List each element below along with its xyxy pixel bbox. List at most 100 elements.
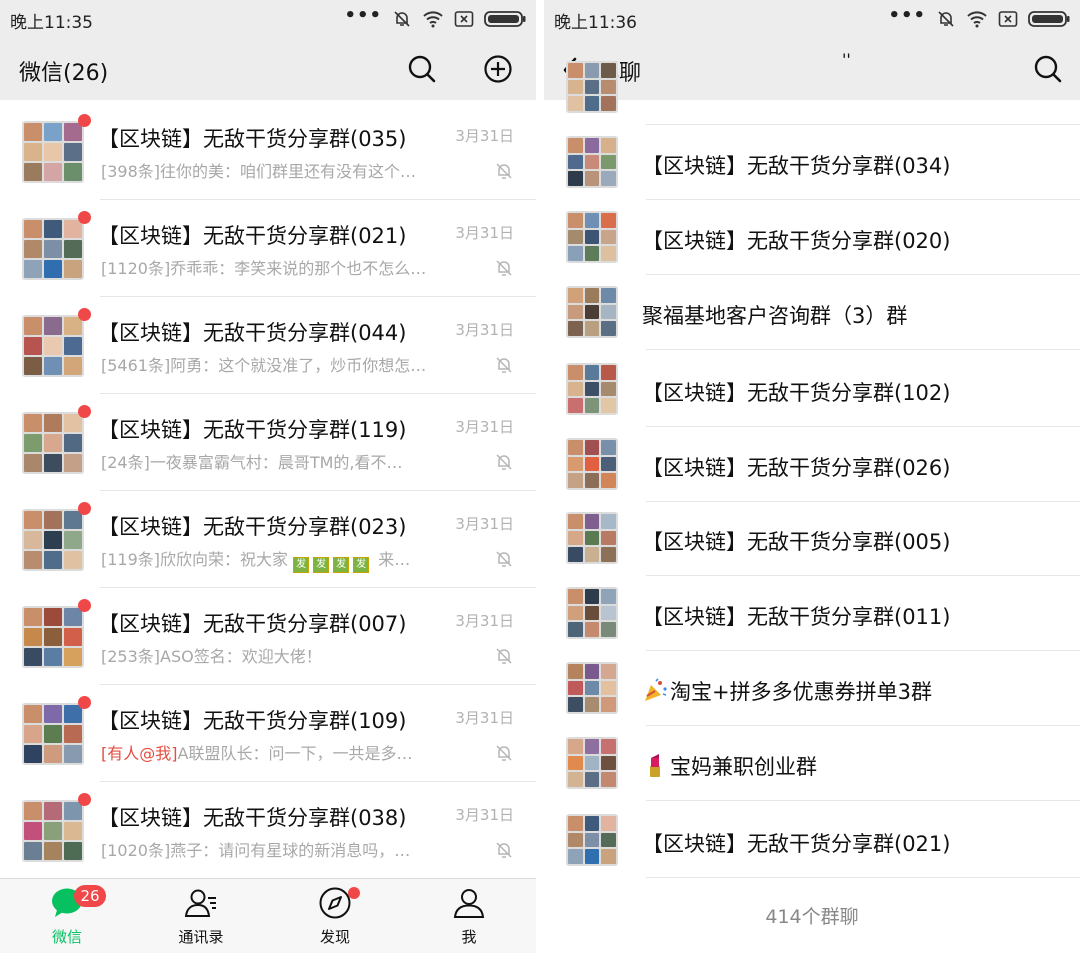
avatar-tile: [584, 229, 600, 245]
group-name: 【区块链】无敌干货分享群(021): [642, 832, 951, 856]
avatar-tile: [568, 530, 583, 546]
avatar-tile: [584, 398, 600, 413]
mute-bell-icon: [394, 11, 410, 27]
avatar-tile: [584, 440, 600, 455]
unread-red-dot: [78, 696, 91, 709]
avatar-tile: [64, 608, 82, 626]
avatar-tile: [24, 531, 42, 549]
avatar-tile: [568, 697, 583, 712]
avatar-tile: [601, 288, 616, 303]
avatar-tile: [44, 240, 62, 258]
group-row[interactable]: 淘宝+拼多多优惠券拼单3群: [544, 651, 1080, 726]
status-bar: 晚上11:35 •••: [0, 0, 536, 38]
chat-row[interactable]: 【区块链】无敌干货分享群(109) 3月31日 [有人@我]A联盟队长：问一下，一共…: [0, 685, 536, 782]
search-icon[interactable]: [406, 53, 438, 85]
avatar-tile: [584, 154, 600, 170]
group-avatar: [566, 211, 618, 263]
avatar-tile: [64, 220, 82, 238]
group-row[interactable]: 【区块链】无敌干货分享群(102): [544, 352, 1080, 427]
avatar-tile: [584, 381, 600, 397]
add-plus-icon[interactable]: [482, 53, 514, 85]
chat-avatar: [22, 606, 84, 668]
person-icon: [453, 889, 485, 918]
group-row[interactable]: 宝妈兼职创业群: [544, 726, 1080, 801]
avatar-tile: [44, 337, 62, 355]
chat-row[interactable]: 【区块链】无敌干货分享群(007) 3月31日 [253条]ASO签名：欢迎大佬！: [0, 588, 536, 685]
chat-avatar: [22, 121, 84, 183]
group-count: 414个群聊: [765, 906, 859, 928]
chat-row[interactable]: 【区块链】无敌干货分享群(035) 3月31日 [398条]往你的美：咱们群里还有没…: [0, 103, 536, 200]
avatar-tile: [568, 365, 583, 380]
avatar-tile: [568, 772, 583, 787]
chat-date: 3月31日: [455, 321, 514, 339]
fa-emoji-icon: 发: [293, 557, 310, 573]
group-name: 【区块链】无敌干货分享群(020): [642, 229, 951, 253]
tab-discover[interactable]: 发现: [268, 879, 402, 953]
chat-date: 3月31日: [455, 515, 514, 533]
wifi-icon: [423, 11, 443, 28]
avatar-tile: [601, 456, 616, 472]
tab-chats[interactable]: 26 微信: [0, 879, 134, 953]
chat-preview: [1020条]燕子：请问有星球的新消息吗，…: [101, 841, 411, 860]
avatar-tile: [568, 832, 583, 848]
preview-text: A联盟队长：问一下，一共是多…: [177, 744, 413, 763]
group-row-partial[interactable]: '': [544, 50, 1080, 125]
unread-badge: 26: [74, 885, 106, 907]
avatar-tile: [64, 802, 82, 820]
avatar-tile: [568, 622, 583, 637]
chat-preview: [5461条]阿勇：这个就没准了，炒币你想怎…: [101, 356, 427, 375]
avatar-tile: [584, 697, 600, 712]
group-row[interactable]: 【区块链】无敌干货分享群(021): [544, 803, 1080, 878]
avatar-tile: [601, 154, 616, 170]
avatar-tile: [44, 434, 62, 452]
avatar-tile: [601, 171, 616, 186]
chat-row[interactable]: 【区块链】无敌干货分享群(038) 3月31日 [1020条]燕子：请问有星球的新消…: [0, 782, 536, 878]
avatar-tile: [24, 240, 42, 258]
avatar-tile: [64, 143, 82, 161]
tab-contacts[interactable]: 通讯录: [134, 879, 268, 953]
avatar-tile: [64, 745, 82, 763]
chat-row[interactable]: 【区块链】无敌干货分享群(119) 3月31日 [24条]一夜暴富霸气村：晨哥TM的…: [0, 394, 536, 491]
status-bar: 晚上11:36 •••: [544, 0, 1080, 38]
group-row[interactable]: 【区块链】无敌干货分享群(020): [544, 200, 1080, 275]
chat-row[interactable]: 【区块链】无敌干货分享群(023) 3月31日 [119条]欣欣向荣：祝大家 发发发…: [0, 491, 536, 588]
avatar-tile: [24, 551, 42, 569]
avatar-tile: [44, 531, 62, 549]
wifi-icon: [967, 11, 987, 28]
chat-avatar: [22, 315, 84, 377]
avatar-tile: [584, 816, 600, 831]
avatar-tile: [568, 755, 583, 771]
chat-avatar: [22, 703, 84, 765]
avatar-tile: [601, 514, 616, 529]
group-row[interactable]: 【区块链】无敌干货分享群(026): [544, 427, 1080, 502]
group-avatar: [566, 737, 618, 789]
avatar-tile: [64, 842, 82, 860]
avatar-tile: [584, 456, 600, 472]
avatar-tile: [24, 123, 42, 141]
chat-row[interactable]: 【区块链】无敌干货分享群(021) 3月31日 [1120条]乔乖乖：李笑来说的那个…: [0, 200, 536, 297]
chat-date: 3月31日: [455, 418, 514, 436]
chat-row[interactable]: 【区块链】无敌干货分享群(044) 3月31日 [5461条]阿勇：这个就没准了，炒…: [0, 297, 536, 394]
avatar-tile: [584, 589, 600, 604]
avatar-tile: [584, 514, 600, 529]
avatar-tile: [601, 365, 616, 380]
avatar-tile: [44, 842, 62, 860]
avatar-tile: [584, 849, 600, 864]
avatar-tile: [64, 511, 82, 529]
group-row[interactable]: 【区块链】无敌干货分享群(005): [544, 501, 1080, 576]
group-name: 【区块链】无敌干货分享群(011): [642, 605, 951, 629]
group-row[interactable]: 【区块链】无敌干货分享群(034): [544, 125, 1080, 200]
avatar-tile: [584, 304, 600, 320]
avatar-tile: [601, 138, 616, 153]
group-avatar: [566, 61, 618, 113]
avatar-tile: [44, 628, 62, 646]
tab-me[interactable]: 我: [402, 879, 536, 953]
avatar-tile: [584, 605, 600, 621]
group-row[interactable]: 【区块链】无敌干货分享群(011): [544, 576, 1080, 651]
avatar-tile: [568, 171, 583, 186]
avatar-tile: [44, 608, 62, 626]
group-row[interactable]: 聚福基地客户咨询群（3）群: [544, 275, 1080, 350]
chat-date: 3月31日: [455, 224, 514, 242]
group-avatar: [566, 286, 618, 338]
avatar-tile: [44, 357, 62, 375]
